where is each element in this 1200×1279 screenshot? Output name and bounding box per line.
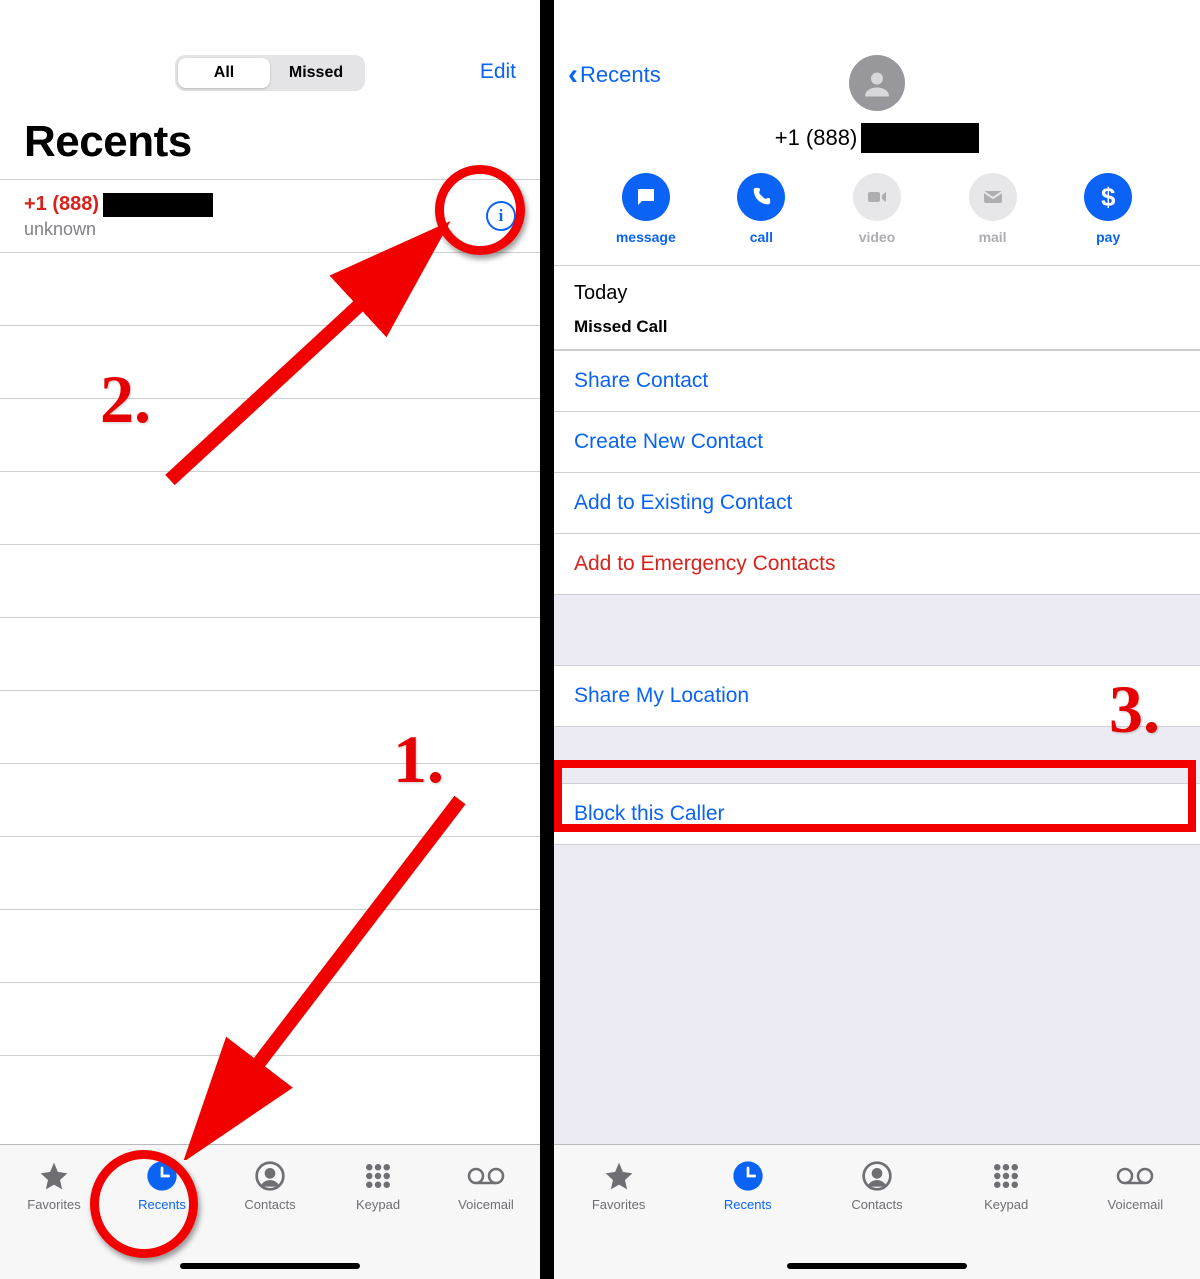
tab-bar: Favorites Recents Contacts (0, 1144, 540, 1279)
recents-list: +1 (888) unknown i (0, 179, 540, 1056)
panel-divider (540, 0, 554, 1279)
tab-keypad[interactable]: Keypad (324, 1159, 432, 1212)
tab-label: Recents (138, 1197, 186, 1212)
tab-voicemail[interactable]: Voicemail (1071, 1159, 1200, 1212)
contact-options-list: Share Contact Create New Contact Add to … (554, 350, 1200, 595)
call-source-label: unknown (24, 219, 486, 240)
phone-icon (737, 173, 785, 221)
empty-row (0, 472, 540, 545)
recents-screen: All Missed Edit Recents +1 (888) unknown… (0, 0, 540, 1279)
info-icon[interactable]: i (486, 201, 516, 231)
action-pay[interactable]: $ pay (1050, 173, 1166, 245)
block-section: Block this Caller (554, 783, 1200, 845)
add-emergency-contact-button[interactable]: Add to Emergency Contacts (554, 533, 1200, 594)
detail-header: ‹ Recents +1 (888) message (554, 0, 1200, 265)
tab-contacts[interactable]: Contacts (216, 1159, 324, 1212)
create-contact-button[interactable]: Create New Contact (554, 411, 1200, 472)
dollar-icon: $ (1084, 173, 1132, 221)
tab-keypad[interactable]: Keypad (942, 1159, 1071, 1212)
contact-detail-screen: ‹ Recents +1 (888) message (554, 0, 1200, 1279)
today-section: Today Missed Call (554, 265, 1200, 350)
empty-row (0, 983, 540, 1056)
clock-icon (146, 1159, 178, 1193)
empty-row (0, 326, 540, 399)
empty-row (0, 764, 540, 837)
video-icon (853, 173, 901, 221)
message-icon (622, 173, 670, 221)
tab-bar: Favorites Recents Contacts (554, 1144, 1200, 1279)
segment-missed[interactable]: Missed (270, 58, 362, 88)
avatar (849, 55, 905, 111)
empty-row (0, 691, 540, 764)
phone-number-redacted (861, 123, 979, 153)
segmented-control[interactable]: All Missed (175, 55, 365, 91)
back-label: Recents (580, 62, 661, 88)
segment-all[interactable]: All (178, 58, 270, 88)
action-row: message call video (574, 153, 1180, 255)
action-label: mail (979, 229, 1007, 245)
tab-voicemail[interactable]: Voicemail (432, 1159, 540, 1212)
person-circle-icon (254, 1159, 286, 1193)
mail-icon (969, 173, 1017, 221)
phone-number-visible: +1 (888) (24, 193, 99, 216)
back-button[interactable]: ‹ Recents (568, 62, 661, 88)
tab-recents[interactable]: Recents (108, 1159, 216, 1212)
add-existing-contact-button[interactable]: Add to Existing Contact (554, 472, 1200, 533)
action-mail: mail (935, 173, 1051, 245)
empty-row (0, 253, 540, 326)
action-message[interactable]: message (588, 173, 704, 245)
edit-button[interactable]: Edit (480, 60, 516, 84)
tab-label: Favorites (592, 1197, 645, 1212)
action-label: pay (1096, 229, 1120, 245)
phone-number-visible: +1 (888) (775, 125, 858, 151)
empty-row (0, 910, 540, 983)
tab-favorites[interactable]: Favorites (554, 1159, 683, 1212)
chevron-left-icon: ‹ (568, 66, 578, 84)
person-circle-icon (861, 1159, 893, 1193)
recent-call-row[interactable]: +1 (888) unknown i (0, 180, 540, 253)
empty-row (0, 837, 540, 910)
spacer (554, 727, 1200, 783)
tab-label: Contacts (851, 1197, 902, 1212)
voicemail-icon (467, 1159, 505, 1193)
star-icon (603, 1159, 635, 1193)
action-label: message (616, 229, 676, 245)
tab-recents[interactable]: Recents (683, 1159, 812, 1212)
empty-row (0, 618, 540, 691)
tab-favorites[interactable]: Favorites (0, 1159, 108, 1212)
tab-label: Keypad (984, 1197, 1028, 1212)
location-section: Share My Location (554, 665, 1200, 727)
phone-number-redacted (103, 193, 213, 217)
tab-label: Favorites (27, 1197, 80, 1212)
keypad-icon (991, 1159, 1021, 1193)
recent-call-info: +1 (888) unknown (24, 193, 486, 240)
star-icon (38, 1159, 70, 1193)
tab-label: Voicemail (458, 1197, 514, 1212)
share-location-button[interactable]: Share My Location (554, 666, 1200, 726)
block-caller-button[interactable]: Block this Caller (554, 784, 1200, 844)
clock-icon (732, 1159, 764, 1193)
keypad-icon (363, 1159, 393, 1193)
voicemail-icon (1116, 1159, 1154, 1193)
recents-header: All Missed Edit (0, 0, 540, 99)
page-title: Recents (0, 99, 540, 179)
spacer (554, 595, 1200, 665)
contact-phone-number: +1 (888) (574, 123, 1180, 153)
empty-row (0, 545, 540, 618)
action-call[interactable]: call (704, 173, 820, 245)
missed-call-label: Missed Call (574, 317, 1180, 337)
action-video: video (819, 173, 935, 245)
action-label: video (859, 229, 896, 245)
tab-label: Contacts (244, 1197, 295, 1212)
tab-label: Keypad (356, 1197, 400, 1212)
today-label: Today (574, 282, 1180, 305)
home-indicator (180, 1263, 360, 1269)
tab-label: Voicemail (1108, 1197, 1164, 1212)
tab-contacts[interactable]: Contacts (812, 1159, 941, 1212)
tab-label: Recents (724, 1197, 772, 1212)
empty-row (0, 399, 540, 472)
home-indicator (787, 1263, 967, 1269)
action-label: call (750, 229, 773, 245)
share-contact-button[interactable]: Share Contact (554, 351, 1200, 411)
